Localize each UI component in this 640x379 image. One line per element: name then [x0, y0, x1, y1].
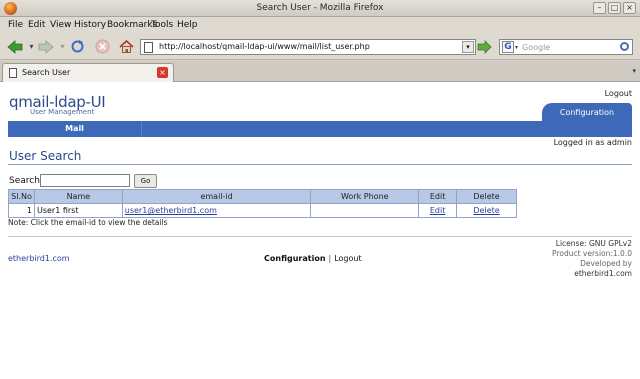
developer-link[interactable]: etherbird1.com	[552, 269, 632, 279]
col-email: email-id	[121, 189, 312, 204]
developed-by-text: Developed by	[580, 259, 632, 268]
tab-label: Search User	[22, 68, 71, 77]
logged-in-status: Logged in as admin	[553, 138, 632, 147]
menu-file[interactable]: File	[8, 20, 23, 30]
title-divider	[8, 164, 632, 165]
search-icon[interactable]	[620, 42, 629, 51]
cell-name: User1 first	[33, 203, 123, 218]
user-search-input[interactable]	[40, 174, 130, 187]
stop-icon	[95, 39, 110, 54]
configuration-tab[interactable]: Configuration	[534, 103, 632, 122]
menu-view[interactable]: View	[50, 20, 71, 30]
col-work-phone: Work Phone	[310, 189, 420, 204]
footer-logout-link[interactable]: Logout	[334, 254, 361, 263]
edit-link[interactable]: Edit	[430, 206, 446, 215]
main-nav-bar: Mail	[8, 121, 632, 137]
user-search-go-button[interactable]: Go	[134, 174, 157, 188]
go-button[interactable]	[476, 39, 492, 55]
stop-button[interactable]	[94, 38, 111, 55]
reload-icon	[71, 40, 84, 53]
menu-tools[interactable]: Tools	[151, 20, 173, 30]
footer-configuration-link[interactable]: Configuration	[264, 254, 326, 263]
url-text: http://localhost/qmail-ldap-ui/www/mail/…	[159, 42, 370, 51]
page-content: qmail-ldap-UI User Management Logout Con…	[0, 82, 640, 379]
reload-button[interactable]	[69, 38, 86, 55]
tabs-list-dropdown[interactable]: ▾	[632, 67, 636, 75]
close-window-icon[interactable]: ×	[623, 2, 636, 14]
app-subtitle: User Management	[30, 108, 95, 116]
address-bar[interactable]: http://localhost/qmail-ldap-ui/www/mail/…	[140, 39, 476, 55]
delete-link[interactable]: Delete	[473, 206, 499, 215]
cell-edit: Edit	[418, 203, 458, 218]
table-note: Note: Click the email-id to view the det…	[8, 218, 168, 227]
footer-links: Configuration | Logout	[264, 254, 362, 263]
page-icon	[144, 42, 153, 53]
url-history-dropdown[interactable]: ▾	[462, 41, 474, 53]
menu-history[interactable]: History	[74, 20, 106, 30]
table-row: 1 User1 first user1@etherbird1.com Edit …	[8, 203, 517, 218]
license-text: License: GNU GPLv2	[555, 239, 632, 248]
back-arrow-icon	[6, 39, 22, 54]
cell-slno: 1	[8, 203, 35, 218]
cell-phone	[310, 203, 420, 218]
col-name: Name	[33, 189, 123, 204]
col-delete: Delete	[456, 189, 517, 204]
cell-email: user1@etherbird1.com	[121, 203, 312, 218]
search-box[interactable]: G ▾ Google	[499, 39, 633, 55]
tab-page-icon	[9, 68, 17, 78]
page-title: User Search	[9, 149, 82, 163]
window-titlebar: Search User - Mozilla Firefox – □ ×	[0, 0, 640, 17]
footer-separator: |	[328, 254, 332, 263]
search-engine-dropdown[interactable]: ▾	[515, 44, 518, 51]
menu-edit[interactable]: Edit	[28, 20, 45, 30]
minimize-icon[interactable]: –	[593, 2, 606, 14]
home-button[interactable]	[118, 38, 135, 55]
top-logout-link[interactable]: Logout	[605, 89, 632, 98]
search-placeholder: Google	[522, 43, 551, 52]
footer-site-link[interactable]: etherbird1.com	[8, 254, 70, 263]
window-title: Search User - Mozilla Firefox	[256, 3, 384, 13]
tab-search-user[interactable]: Search User ×	[2, 63, 174, 82]
maximize-icon[interactable]: □	[608, 2, 621, 14]
users-table: Sl.No Name email-id Work Phone Edit Dele…	[8, 189, 517, 218]
forward-button[interactable]	[37, 38, 54, 55]
nav-mail[interactable]: Mail	[8, 121, 142, 137]
tab-bar: Search User × ▾	[0, 61, 640, 82]
table-header-row: Sl.No Name email-id Work Phone Edit Dele…	[8, 189, 517, 204]
footer-divider	[8, 236, 632, 237]
menu-bookmarks[interactable]: Bookmarks	[107, 20, 157, 30]
menu-help[interactable]: Help	[177, 20, 198, 30]
cell-delete: Delete	[456, 203, 517, 218]
back-button[interactable]	[6, 38, 23, 55]
forward-arrow-icon	[38, 39, 54, 54]
footer-info: License: GNU GPLv2 Product version:1.0.0…	[552, 239, 632, 279]
tab-close-icon[interactable]: ×	[157, 67, 168, 78]
col-slno: Sl.No	[8, 189, 35, 204]
email-link[interactable]: user1@etherbird1.com	[125, 206, 217, 215]
navigation-toolbar: ▾ ▾ http://localhost/qmail-ldap-ui/www/m…	[0, 33, 640, 60]
search-label: Search	[9, 176, 40, 186]
col-edit: Edit	[418, 189, 458, 204]
go-arrow-icon	[477, 40, 492, 54]
version-text: Product version:1.0.0	[552, 249, 632, 258]
home-icon	[119, 39, 134, 53]
menubar: File Edit View History Bookmarks Tools H…	[0, 17, 640, 33]
google-engine-icon[interactable]: G	[502, 41, 514, 53]
